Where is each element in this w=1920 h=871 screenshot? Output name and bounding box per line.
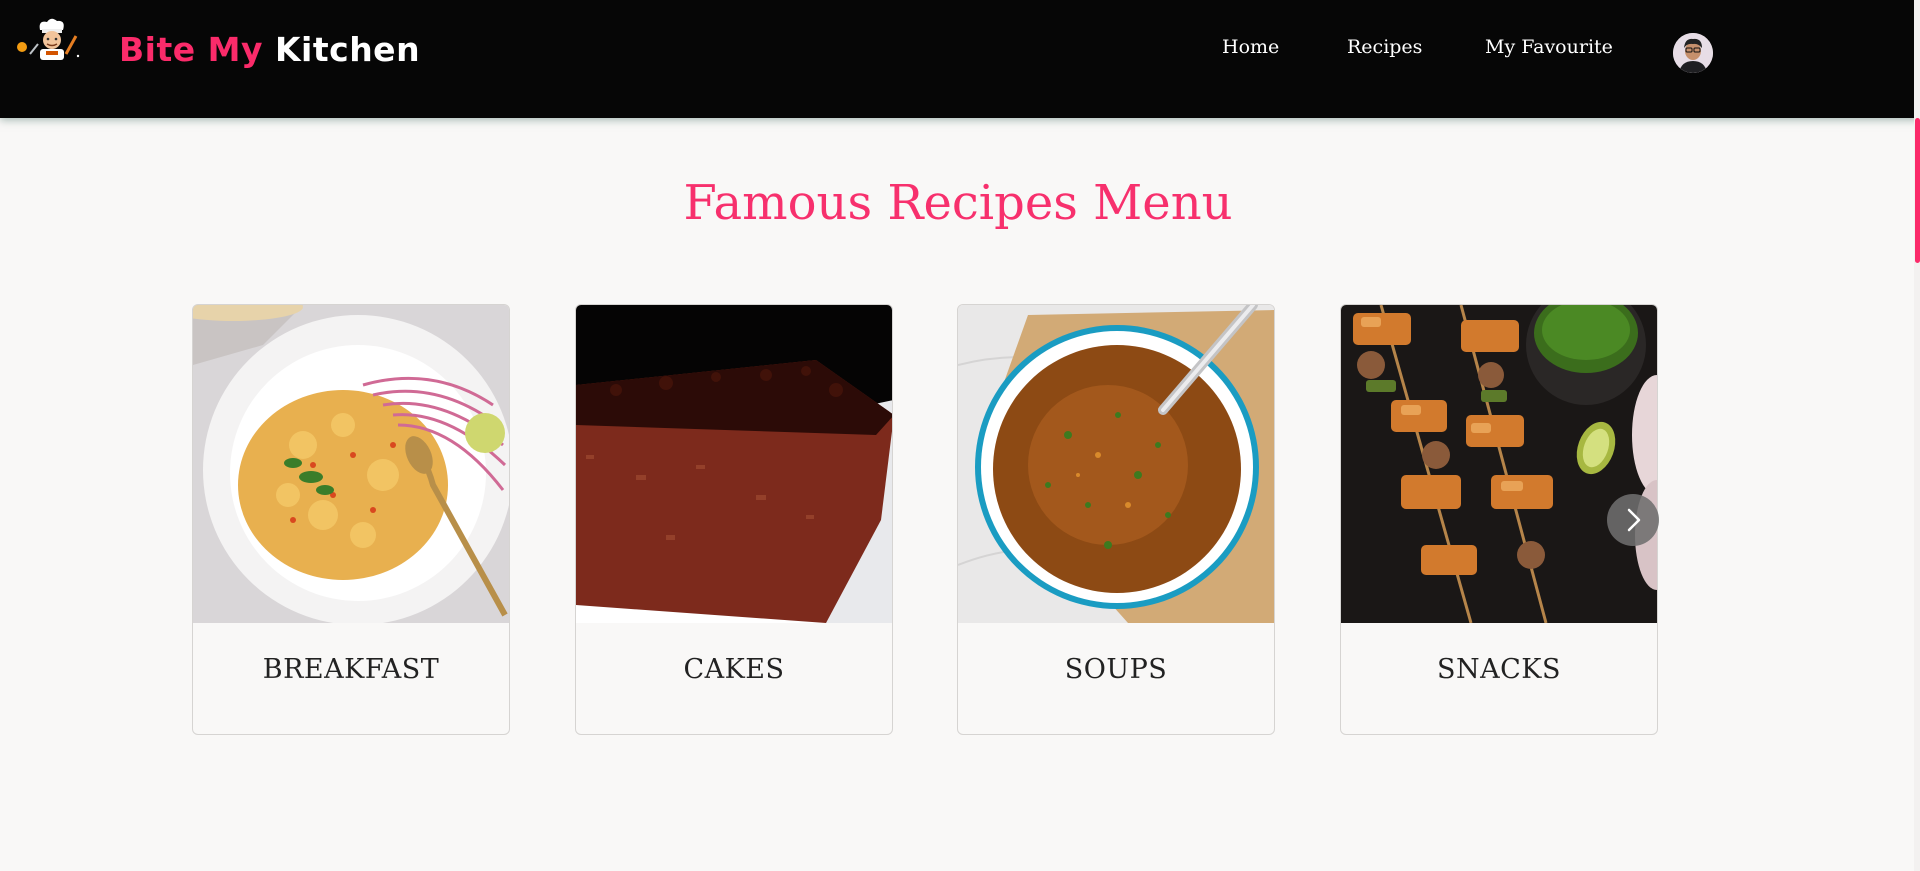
section-title: Famous Recipes Menu [683,175,1233,231]
brand-title[interactable]: Bite My Kitchen [119,30,420,69]
chef-logo-icon[interactable] [16,16,82,62]
soup-image [958,305,1274,623]
card-label-breakfast: BREAKFAST [262,654,440,685]
category-card-breakfast[interactable]: BREAKFAST [192,304,510,735]
category-card-soups[interactable]: SOUPS [957,304,1275,735]
avatar-image [1673,33,1713,73]
card-label-snacks: SNACKS [1437,654,1561,685]
category-card-cakes[interactable]: CAKES [575,304,893,735]
nav-recipes-link[interactable]: Recipes [1347,36,1422,58]
carousel-next-button[interactable] [1607,494,1659,546]
card-label-soups: SOUPS [1064,654,1168,685]
navbar: Bite My Kitchen Home Recipes My Favourit… [0,0,1920,118]
card-label-cakes: CAKES [683,654,785,685]
chevron-right-icon [1627,508,1641,532]
user-avatar[interactable] [1673,33,1713,73]
nav-my-favourite-link[interactable]: My Favourite [1485,36,1613,58]
breakfast-image [193,305,509,623]
cake-image [576,305,892,623]
brand-part-1: Bite My [119,30,263,69]
snacks-image [1341,305,1657,623]
nav-home-link[interactable]: Home [1222,36,1279,58]
brand-part-2: Kitchen [274,30,421,69]
